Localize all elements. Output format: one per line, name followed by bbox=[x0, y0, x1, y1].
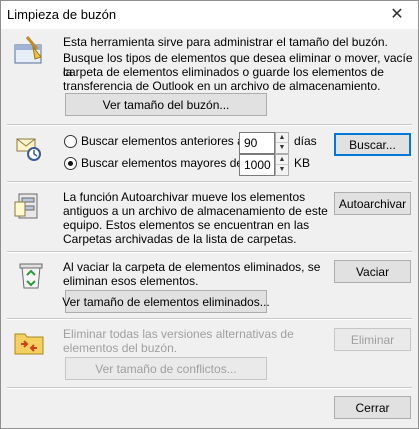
delete-conflicts-button[interactable]: Eliminar bbox=[334, 328, 411, 351]
radio-larger-than[interactable] bbox=[64, 157, 77, 170]
size-value: 1000 bbox=[244, 158, 271, 172]
size-input[interactable]: 1000 bbox=[239, 154, 275, 176]
arrow-up-icon[interactable]: ▲ bbox=[276, 133, 288, 143]
radio-older-than[interactable] bbox=[64, 135, 77, 148]
deleted-items-line-1: Al vaciar la carpeta de elementos elimin… bbox=[63, 260, 321, 274]
separator bbox=[7, 251, 412, 253]
size-stepper[interactable]: ▲ ▼ bbox=[275, 154, 289, 176]
intro-line-4: transferencia de Outlook en un archivo d… bbox=[63, 79, 381, 93]
days-input[interactable]: 90 bbox=[239, 132, 275, 154]
arrow-down-icon[interactable]: ▼ bbox=[276, 143, 288, 153]
deleted-items-icon bbox=[19, 263, 43, 289]
autoarchive-line-2: antiguos a un archivo de almacenamiento … bbox=[63, 204, 328, 218]
autoarchive-line-3: equipo. Estos elementos se encuentran en… bbox=[63, 218, 310, 232]
deleted-items-line-2: eliminan esos elementos. bbox=[63, 274, 199, 288]
separator bbox=[7, 387, 412, 389]
window-title: Limpieza de buzón bbox=[7, 7, 117, 22]
larger-than-label: Buscar elementos mayores de bbox=[81, 156, 244, 170]
arrow-down-icon[interactable]: ▼ bbox=[276, 165, 288, 175]
conflicts-folder-icon bbox=[14, 333, 44, 355]
separator bbox=[7, 124, 412, 126]
close-button[interactable]: Cerrar bbox=[334, 396, 411, 419]
days-stepper[interactable]: ▲ ▼ bbox=[275, 132, 289, 154]
mailbox-cleanup-icon bbox=[14, 36, 42, 64]
arrow-up-icon[interactable]: ▲ bbox=[276, 155, 288, 165]
separator bbox=[7, 318, 412, 320]
separator bbox=[7, 181, 412, 183]
conflicts-line-2: elementos del buzón. bbox=[63, 341, 178, 355]
intro-line-1: Esta herramienta sirve para administrar … bbox=[63, 35, 388, 49]
close-window-icon[interactable]: ✕ bbox=[376, 1, 418, 29]
intro-line-3: carpeta de elementos eliminados o guarde… bbox=[63, 65, 384, 79]
size-unit: KB bbox=[294, 156, 311, 170]
conflicts-line-1: Eliminar todas las versiones alternativa… bbox=[63, 327, 294, 341]
find-items-icon bbox=[16, 138, 41, 161]
autoarchive-line-1: La función Autoarchivar mueve los elemen… bbox=[63, 190, 306, 204]
days-unit: días bbox=[294, 134, 317, 148]
view-conflicts-size-button[interactable]: Ver tamaño de conflictos... bbox=[65, 357, 267, 380]
view-mailbox-size-button[interactable]: Ver tamaño del buzón... bbox=[65, 93, 267, 116]
empty-deleted-items-button[interactable]: Vaciar bbox=[334, 260, 411, 283]
autoarchive-icon bbox=[14, 193, 38, 219]
search-button[interactable]: Buscar... bbox=[334, 133, 411, 156]
title-bar: Limpieza de buzón ✕ bbox=[1, 1, 418, 29]
days-value: 90 bbox=[244, 136, 258, 150]
autoarchive-button[interactable]: Autoarchivar bbox=[334, 192, 411, 215]
mailbox-cleanup-dialog: Limpieza de buzón ✕ Esta herramienta sir… bbox=[0, 0, 419, 429]
older-than-label: Buscar elementos anteriores a bbox=[81, 134, 244, 148]
view-deleted-items-size-button[interactable]: Ver tamaño de elementos eliminados... bbox=[62, 290, 270, 313]
autoarchive-line-4: Carpetas archivadas de la lista de carpe… bbox=[63, 232, 297, 246]
